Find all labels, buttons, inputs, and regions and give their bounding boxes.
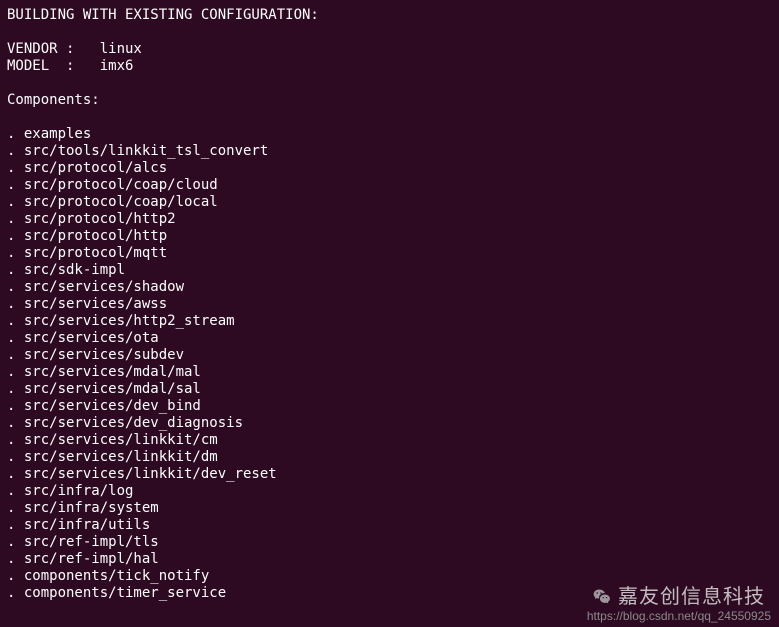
component-item: . src/services/linkkit/dm (7, 449, 772, 466)
component-item: . components/tick_notify (7, 568, 772, 585)
blank-line (7, 109, 772, 126)
component-item: . src/infra/log (7, 483, 772, 500)
watermark: 嘉友创信息科技 (592, 587, 765, 607)
component-item: . src/protocol/coap/cloud (7, 177, 772, 194)
component-item: . examples (7, 126, 772, 143)
wechat-icon (592, 587, 612, 607)
blank-line (7, 75, 772, 92)
component-item: . src/infra/utils (7, 517, 772, 534)
components-list: . examples. src/tools/linkkit_tsl_conver… (7, 126, 772, 602)
component-item: . src/protocol/http2 (7, 211, 772, 228)
component-item: . src/services/mdal/sal (7, 381, 772, 398)
vendor-line: VENDOR : linux (7, 41, 772, 58)
model-line: MODEL : imx6 (7, 58, 772, 75)
component-item: . src/ref-impl/hal (7, 551, 772, 568)
component-item: . src/services/linkkit/cm (7, 432, 772, 449)
component-item: . src/services/ota (7, 330, 772, 347)
component-item: . src/services/linkkit/dev_reset (7, 466, 772, 483)
component-item: . src/protocol/http (7, 228, 772, 245)
component-item: . src/services/mdal/mal (7, 364, 772, 381)
component-item: . src/services/subdev (7, 347, 772, 364)
component-item: . src/protocol/coap/local (7, 194, 772, 211)
component-item: . src/sdk-impl (7, 262, 772, 279)
component-item: . src/services/dev_bind (7, 398, 772, 415)
component-item: . src/infra/system (7, 500, 772, 517)
component-item: . src/services/shadow (7, 279, 772, 296)
component-item: . src/services/http2_stream (7, 313, 772, 330)
component-item: . src/ref-impl/tls (7, 534, 772, 551)
component-item: . src/protocol/alcs (7, 160, 772, 177)
components-header: Components: (7, 92, 772, 109)
component-item: . src/services/awss (7, 296, 772, 313)
build-header: BUILDING WITH EXISTING CONFIGURATION: (7, 7, 772, 24)
component-item: . src/services/dev_diagnosis (7, 415, 772, 432)
blank-line (7, 24, 772, 41)
attribution-text: https://blog.csdn.net/qq_24550925 (587, 608, 771, 625)
component-item: . src/protocol/mqtt (7, 245, 772, 262)
watermark-text: 嘉友创信息科技 (618, 589, 765, 606)
component-item: . src/tools/linkkit_tsl_convert (7, 143, 772, 160)
